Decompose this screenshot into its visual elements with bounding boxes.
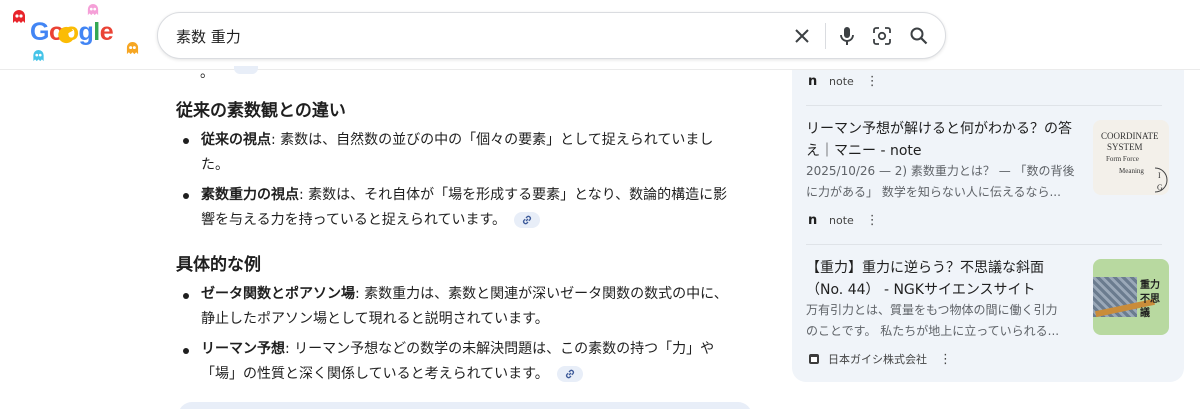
- source-name: 日本ガイシ株式会社: [828, 353, 927, 366]
- list-item-text-cont: た。: [201, 157, 229, 173]
- section-heading: 従来の素数観との違い: [176, 101, 346, 121]
- link-icon: [523, 215, 532, 225]
- more-vert-icon[interactable]: ⋮: [866, 75, 879, 88]
- result-title-line1: リーマン予想が解けると何がわかる？の答: [806, 121, 1072, 137]
- thumb-line: 重力: [1140, 280, 1160, 291]
- note-logo-icon: n: [808, 213, 818, 228]
- note-logo-icon: n: [808, 74, 818, 89]
- source-link-chip[interactable]: [514, 212, 541, 228]
- divider: [806, 244, 1162, 245]
- list-item: リーマン予想: リーマン予想などの数学の未解決問題は、この素数の持つ「力」や 「…: [201, 337, 756, 387]
- result-title-link[interactable]: リーマン予想が解けると何がわかる？の答 え｜マニー - note: [806, 118, 1082, 162]
- sources-panel: n note ⋮ リーマン予想が解けると何がわかる？の答 え｜マニー - not…: [792, 70, 1184, 382]
- orange-ghost-icon: [126, 42, 139, 55]
- header: Google: [0, 0, 1200, 70]
- bullet-icon: [183, 293, 189, 299]
- svg-text:G: G: [1157, 183, 1163, 192]
- source-row[interactable]: n note ⋮: [808, 74, 879, 89]
- bullet-icon: [183, 138, 189, 144]
- truncated-text: 。: [200, 65, 214, 81]
- clear-icon[interactable]: [791, 25, 813, 47]
- result-thumbnail[interactable]: 重力 不思議: [1093, 259, 1169, 335]
- list-item: ゼータ関数とポアソン場: 素数重力は、素数と関連が深いゼータ関数の数式の中に、 …: [201, 282, 756, 332]
- search-input[interactable]: [176, 25, 736, 47]
- camera-lens-icon[interactable]: [871, 25, 893, 47]
- microphone-icon[interactable]: [836, 25, 858, 47]
- result-snippet: 2025/10/26 — 2) 素数重力とは？ — 「数の背後 に力がある」 数…: [806, 161, 1082, 203]
- snippet-line1: 2025/10/26 — 2) 素数重力とは？ — 「数の背後: [806, 164, 1075, 178]
- link-chip-partial[interactable]: [234, 66, 258, 74]
- result-snippet: 万有引力とは、質量をもつ物体の間に働く引力 のことです。 私たちが地上に立ってい…: [806, 300, 1082, 342]
- thumb-line: SYSTEM: [1107, 142, 1143, 152]
- search-box[interactable]: [157, 12, 946, 59]
- result-title-link[interactable]: 【重力】重力に逆らう？不思議な斜面 （No. 44） - NGKサイエンスサイト: [806, 257, 1082, 301]
- bullet-icon: [183, 348, 189, 354]
- list-item-term: ゼータ関数とポアソン場: [201, 286, 355, 302]
- svg-text:I: I: [1158, 171, 1161, 180]
- thumb-line: Form Force: [1106, 155, 1139, 163]
- list-item-text: : 素数重力は、素数と関連が深いゼータ関数の数式の中に、: [355, 286, 728, 302]
- more-vert-icon[interactable]: ⋮: [866, 214, 879, 227]
- result-title-line2: （No. 44） - NGKサイエンスサイト: [806, 282, 1036, 298]
- thumbnail-caption: COORDINATE SYSTEM Form Force Meaning: [1101, 131, 1159, 177]
- list-item: 素数重力の視点: 素数は、それ自体が「場を形成する要素」となり、数論的構造に影 …: [201, 183, 756, 233]
- list-item-text: : 素数は、自然数の並びの中の「個々の要素」として捉えられていまし: [271, 132, 714, 148]
- search-divider: [825, 23, 826, 49]
- list-item-text: : 素数は、それ自体が「場を形成する要素」となり、数論的構造に影: [299, 187, 728, 203]
- ngk-favicon-icon: [809, 354, 819, 364]
- pink-ghost-icon: [87, 4, 99, 16]
- list-item-term: 従来の視点: [201, 132, 271, 148]
- list-item-text-cont: 「場」の性質と深く関係していると考えられています。: [201, 366, 549, 382]
- more-vert-icon[interactable]: ⋮: [939, 353, 952, 366]
- source-name: note: [829, 214, 854, 227]
- pacman-doodle-icon: [58, 26, 74, 44]
- ai-overview-content: 。 従来の素数観との違い 従来の視点: 素数は、自然数の並びの中の「個々の要素」…: [0, 65, 780, 409]
- thumb-line: COORDINATE: [1101, 131, 1159, 141]
- list-item-text-cont: 響を与える力を持っていると捉えられています。: [201, 212, 507, 228]
- thumbnail-graphic: I G: [1154, 167, 1168, 193]
- search-icon[interactable]: [908, 25, 930, 47]
- source-row[interactable]: n note ⋮: [808, 213, 879, 228]
- thumb-line: 不思議: [1140, 294, 1160, 319]
- thumbnail-caption: 重力 不思議: [1140, 279, 1169, 321]
- source-row[interactable]: 日本ガイシ株式会社 ⋮: [808, 351, 952, 367]
- result-title-line2: え｜マニー - note: [806, 143, 922, 159]
- snippet-line1: 万有引力とは、質量をもつ物体の間に働く引力: [806, 303, 1058, 317]
- source-link-chip[interactable]: [556, 366, 583, 382]
- link-icon: [565, 369, 574, 379]
- list-item: 従来の視点: 素数は、自然数の並びの中の「個々の要素」として捉えられていまし た…: [201, 128, 756, 178]
- next-card-edge: [178, 402, 752, 409]
- snippet-line2: に力がある」 数学を知らない人に伝えるなら...: [806, 185, 1061, 199]
- list-item-term: 素数重力の視点: [201, 187, 299, 203]
- section-heading: 具体的な例: [176, 255, 261, 275]
- result-thumbnail[interactable]: COORDINATE SYSTEM Form Force Meaning I G: [1093, 120, 1169, 195]
- cyan-ghost-icon: [33, 50, 44, 62]
- divider: [806, 105, 1162, 106]
- thumb-line: Meaning: [1119, 167, 1144, 175]
- result-title-line1: 【重力】重力に逆らう？不思議な斜面: [806, 260, 1044, 276]
- bullet-icon: [183, 193, 189, 199]
- red-ghost-icon: [13, 10, 25, 23]
- list-item-text-cont: 静止したポアソン場として現れると説明されています。: [201, 311, 549, 327]
- google-doodle-logo[interactable]: Google: [10, 4, 145, 64]
- list-item-text: : リーマン予想などの数学の未解決問題は、この素数の持つ「力」や: [285, 341, 715, 357]
- source-name: note: [829, 75, 854, 88]
- snippet-line2: のことです。 私たちが地上に立っていられる...: [806, 324, 1060, 338]
- list-item-term: リーマン予想: [201, 341, 285, 357]
